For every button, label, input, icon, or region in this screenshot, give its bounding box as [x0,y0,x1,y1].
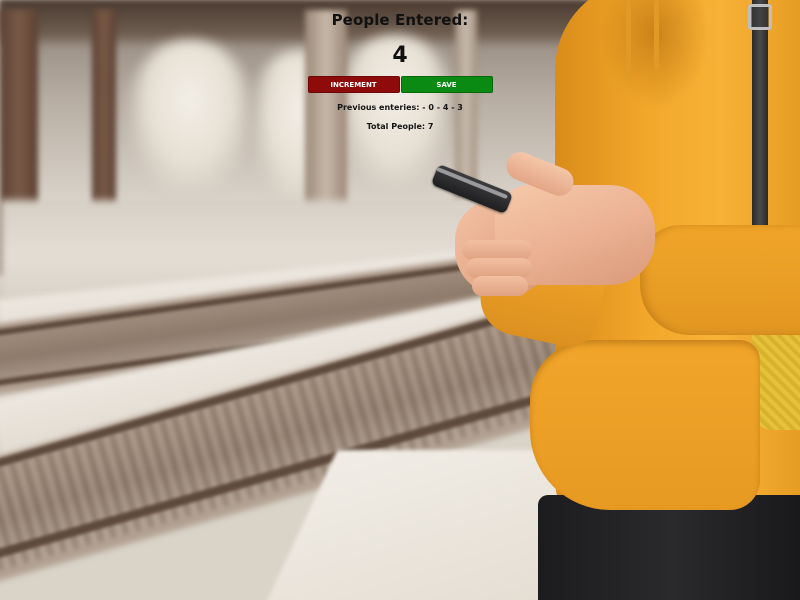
previous-entries-text: Previous enteries: - 0 - 4 - 3 [337,103,463,112]
increment-button[interactable]: INCREMENT [307,76,400,93]
counter-panel: People Entered: 4 INCREMENT SAVE Previou… [0,0,800,131]
people-count: 4 [392,43,408,68]
button-row: INCREMENT SAVE [307,76,493,93]
total-people-text: Total People: 7 [366,122,434,131]
save-button[interactable]: SAVE [400,76,493,93]
app-page: People Entered: 4 INCREMENT SAVE Previou… [0,0,800,600]
page-title: People Entered: [331,11,469,29]
